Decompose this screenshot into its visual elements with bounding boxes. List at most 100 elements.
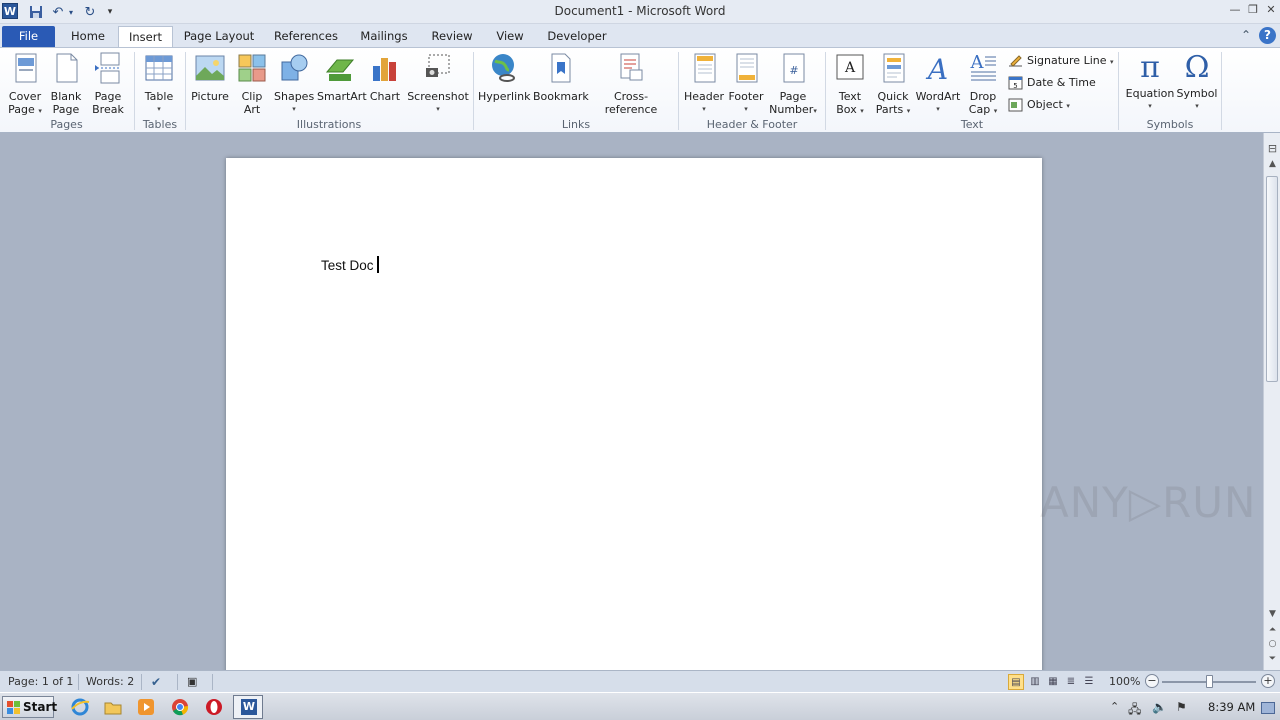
- outline-view-icon[interactable]: ≣: [1063, 674, 1079, 690]
- previous-page-icon[interactable]: ⏶: [1264, 625, 1280, 635]
- wordart-button[interactable]: A WordArt ▾: [914, 52, 962, 116]
- view-ruler-icon[interactable]: ⊟: [1264, 142, 1280, 155]
- tab-insert[interactable]: Insert: [118, 26, 173, 48]
- print-layout-view-icon[interactable]: ▤: [1008, 674, 1024, 690]
- tab-file[interactable]: File: [2, 26, 55, 48]
- zoom-in-icon[interactable]: +: [1261, 674, 1275, 688]
- cover-page-button[interactable]: Cover Page ▾: [5, 52, 45, 118]
- screenshot-icon: [426, 54, 450, 77]
- footer-button[interactable]: Footer ▾: [726, 52, 766, 116]
- smartart-icon: [325, 59, 355, 81]
- scroll-down-icon[interactable]: ▼: [1264, 609, 1280, 619]
- title-bar: W ↶ ▾ ↻ ▾ Document1 - Microsoft Word — ❐…: [0, 0, 1280, 24]
- full-screen-reading-view-icon[interactable]: ▥: [1027, 674, 1043, 690]
- header-button[interactable]: Header ▾: [683, 52, 725, 116]
- scroll-thumb[interactable]: [1266, 176, 1278, 382]
- tab-view[interactable]: View: [490, 26, 530, 48]
- chart-button[interactable]: Chart: [367, 52, 403, 103]
- macro-recording-icon[interactable]: ▣: [187, 675, 197, 688]
- table-icon: [145, 55, 173, 81]
- page-number-button[interactable]: # Page Number▾: [767, 52, 819, 118]
- equation-button[interactable]: π Equation ▾: [1123, 52, 1177, 113]
- volume-icon[interactable]: 🔈: [1152, 700, 1167, 714]
- next-page-icon[interactable]: ⏷: [1264, 654, 1280, 664]
- cover-page-icon: [15, 53, 37, 83]
- picture-button[interactable]: Picture: [190, 52, 230, 103]
- document-page[interactable]: Test Doc: [226, 158, 1042, 670]
- signature-line-icon: [1008, 54, 1023, 68]
- group-label-text: Text: [960, 118, 984, 131]
- minimize-button[interactable]: —: [1226, 2, 1244, 18]
- hyperlink-button[interactable]: Hyperlink: [478, 52, 531, 103]
- tab-developer[interactable]: Developer: [542, 26, 612, 48]
- group-label-illustrations: Illustrations: [296, 118, 362, 131]
- cross-reference-button[interactable]: Cross-reference: [590, 52, 672, 116]
- scroll-up-icon[interactable]: ▲: [1264, 159, 1280, 169]
- drop-cap-button[interactable]: A Drop Cap ▾: [963, 52, 1003, 118]
- shapes-button[interactable]: Shapes ▾: [274, 52, 314, 116]
- tab-references[interactable]: References: [268, 26, 344, 48]
- tab-mailings[interactable]: Mailings: [354, 26, 414, 48]
- text-box-button[interactable]: A Text Box ▾: [830, 52, 870, 118]
- help-icon[interactable]: ?: [1259, 27, 1276, 44]
- windows-logo-icon: [7, 701, 20, 714]
- clip-art-button[interactable]: Clip Art: [234, 52, 270, 116]
- action-center-flag-icon[interactable]: ⚑: [1176, 700, 1187, 714]
- zoom-slider-thumb[interactable]: [1206, 675, 1213, 688]
- clock[interactable]: 8:39 AM: [1208, 700, 1255, 714]
- close-button[interactable]: ✕: [1262, 2, 1280, 18]
- svg-text:A: A: [925, 53, 948, 84]
- word-count[interactable]: Words: 2: [86, 675, 134, 688]
- start-button[interactable]: Start: [2, 696, 57, 718]
- status-divider: [212, 674, 213, 690]
- wordart-icon: A: [925, 53, 948, 86]
- shapes-icon: [281, 54, 308, 81]
- chrome-icon[interactable]: [170, 697, 190, 717]
- file-explorer-icon[interactable]: [103, 697, 123, 717]
- web-layout-view-icon[interactable]: ▦: [1045, 674, 1061, 690]
- table-button[interactable]: Table ▾: [140, 52, 178, 116]
- object-button[interactable]: Object ▾: [1008, 96, 1070, 114]
- clip-art-icon: [238, 54, 266, 82]
- date-time-icon: 5: [1008, 76, 1023, 90]
- document-text[interactable]: Test Doc: [321, 256, 379, 273]
- word-taskbar-button[interactable]: W: [233, 695, 263, 719]
- page-break-icon: [95, 52, 120, 84]
- page-count[interactable]: Page: 1 of 1: [8, 675, 73, 688]
- symbol-button[interactable]: Ω Symbol ▾: [1176, 52, 1218, 113]
- proofing-icon[interactable]: ✔: [151, 675, 161, 689]
- tab-review[interactable]: Review: [426, 26, 478, 48]
- quick-parts-button[interactable]: Quick Parts ▾: [873, 52, 913, 118]
- restore-button[interactable]: ❐: [1244, 2, 1262, 18]
- browse-object-icon[interactable]: ○: [1264, 639, 1280, 649]
- network-icon[interactable]: 🖧: [1128, 700, 1141, 720]
- zoom-out-icon[interactable]: −: [1145, 674, 1159, 688]
- zoom-level[interactable]: 100%: [1109, 675, 1140, 688]
- chart-icon: [373, 58, 396, 81]
- document-area[interactable]: Test Doc: [0, 133, 1263, 670]
- signature-line-button[interactable]: Signature Line ▾: [1008, 52, 1114, 70]
- object-icon: [1008, 98, 1023, 112]
- blank-page-button[interactable]: Blank Page: [47, 52, 85, 116]
- media-player-icon[interactable]: [136, 697, 156, 717]
- date-time-button[interactable]: 5 Date & Time: [1008, 74, 1096, 92]
- bookmark-button[interactable]: Bookmark: [533, 52, 589, 103]
- smartart-button[interactable]: SmartArt: [317, 52, 367, 103]
- opera-icon[interactable]: [204, 697, 224, 717]
- screenshot-button[interactable]: Screenshot ▾: [407, 52, 469, 116]
- show-desktop-icon[interactable]: [1261, 702, 1275, 714]
- page-break-button[interactable]: Page Break: [89, 52, 127, 116]
- svg-text:5: 5: [1013, 82, 1017, 90]
- tab-page-layout[interactable]: Page Layout: [180, 26, 258, 48]
- svg-text:A: A: [844, 60, 856, 76]
- vertical-scrollbar[interactable]: ⊟ ▲ ▼ ⏶ ○ ⏷: [1263, 133, 1280, 670]
- group-label-symbols: Symbols: [1146, 118, 1194, 131]
- group-label-header-footer: Header & Footer: [706, 118, 798, 131]
- tab-home[interactable]: Home: [62, 26, 114, 48]
- draft-view-icon[interactable]: ☰: [1081, 674, 1097, 690]
- page-number-icon: #: [783, 53, 805, 83]
- show-hidden-icons-icon[interactable]: ⌃: [1110, 700, 1119, 713]
- equation-icon: π: [1140, 50, 1160, 85]
- minimize-ribbon-icon[interactable]: ⌃: [1241, 28, 1251, 42]
- internet-explorer-icon[interactable]: [70, 697, 90, 717]
